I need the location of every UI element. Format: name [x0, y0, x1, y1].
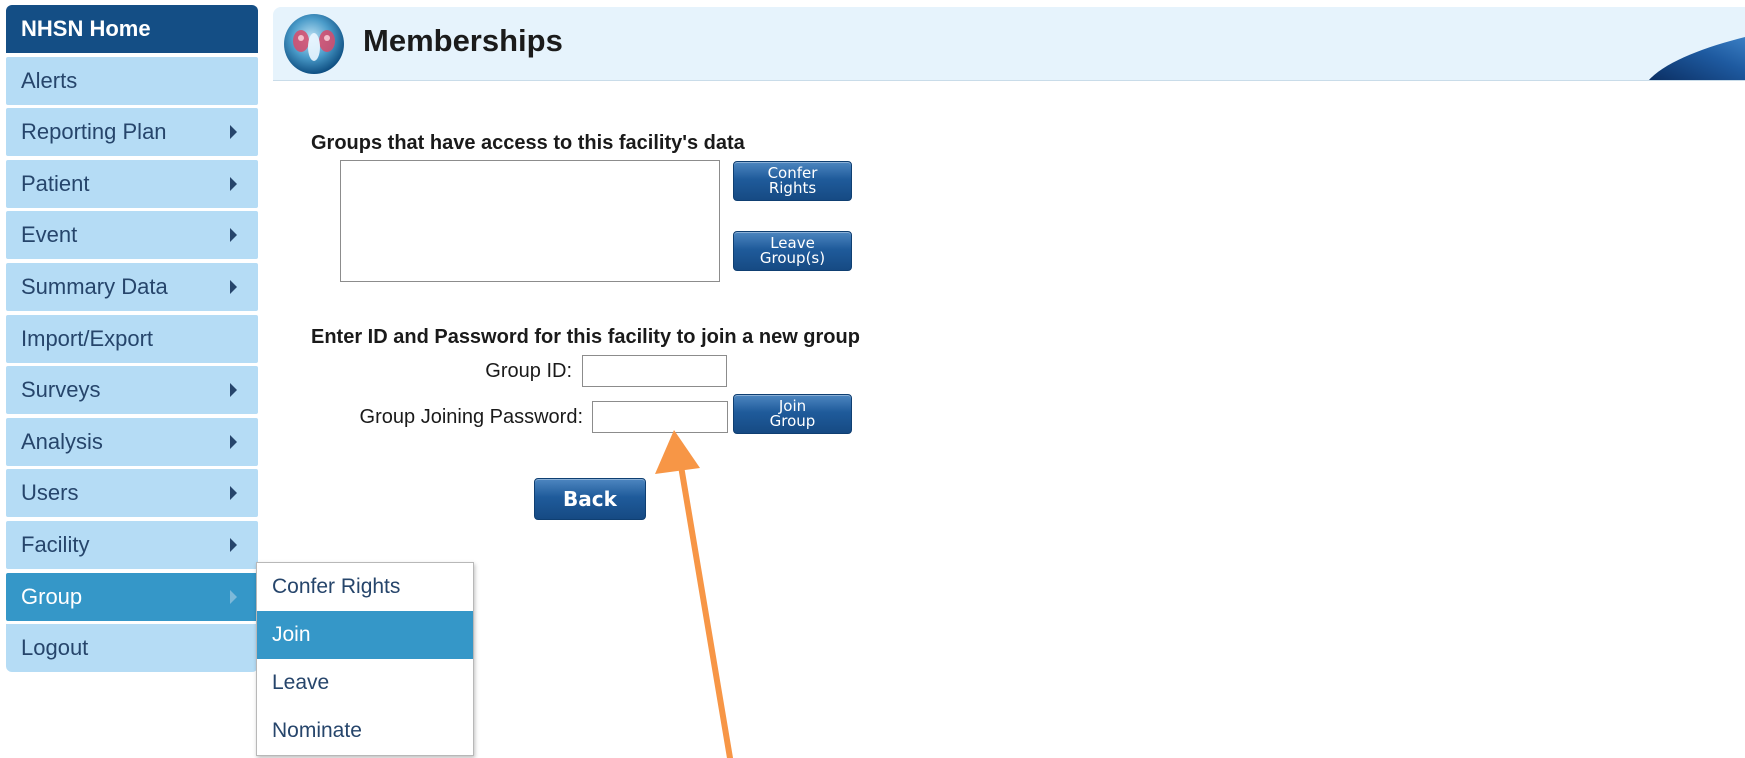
caret-right-icon [230, 125, 237, 140]
group-id-label: Group ID: [485, 360, 572, 382]
nhsn-logo-icon [284, 14, 344, 74]
leave-groups-button[interactable]: Leave Group(s) [733, 231, 852, 271]
caret-right-icon [230, 279, 237, 294]
sidebar-item-label: Facility [21, 531, 90, 557]
sidebar-item-import-export[interactable]: Import/Export [6, 314, 258, 363]
submenu-item-leave[interactable]: Leave [257, 659, 473, 707]
sidebar-item-label: Group [21, 583, 83, 609]
sidebar-item-patient[interactable]: Patient [6, 159, 258, 208]
leave-groups-button-label: Leave Group(s) [759, 234, 826, 267]
sidebar-item-label: Reporting Plan [21, 119, 167, 145]
page-header: Memberships [273, 7, 1745, 81]
sidebar-item-reporting-plan[interactable]: Reporting Plan [6, 108, 258, 157]
caret-right-icon [230, 176, 237, 191]
submenu-item-join[interactable]: Join [257, 611, 473, 659]
join-section-label: Enter ID and Password for this facility … [311, 326, 860, 348]
sidebar-item-group[interactable]: Group [6, 572, 258, 621]
join-group-button[interactable]: Join Group [733, 394, 852, 434]
caret-right-icon [230, 383, 237, 398]
sidebar-item-label: Analysis [21, 428, 103, 454]
sidebar-item-alerts[interactable]: Alerts [6, 56, 258, 105]
group-joining-password-label: Group Joining Password: [359, 406, 583, 428]
join-group-button-label: Join Group [769, 397, 816, 430]
sidebar-nav: NHSN Home Alerts Reporting Plan Patient … [6, 5, 258, 676]
caret-right-icon [230, 228, 237, 243]
sidebar-item-users[interactable]: Users [6, 469, 258, 518]
sidebar-item-label: Event [21, 222, 78, 248]
submenu-item-label: Join [272, 623, 311, 646]
sidebar-item-label: Import/Export [21, 325, 154, 351]
sidebar-item-label: Surveys [21, 377, 101, 403]
group-id-input[interactable] [582, 355, 727, 387]
caret-right-icon [230, 434, 237, 449]
caret-right-icon [230, 537, 237, 552]
caret-right-icon [230, 589, 237, 604]
group-submenu: Confer Rights Join Leave Nominate [256, 562, 474, 756]
submenu-item-confer-rights[interactable]: Confer Rights [257, 563, 473, 611]
group-joining-password-input[interactable] [592, 401, 728, 433]
groups-section-label: Groups that have access to this facility… [311, 132, 745, 154]
submenu-item-label: Confer Rights [272, 575, 401, 598]
sidebar-item-label: Summary Data [21, 273, 168, 299]
submenu-item-nominate[interactable]: Nominate [257, 707, 473, 755]
back-button-label: Back [563, 486, 617, 511]
sidebar-item-logout[interactable]: Logout [6, 624, 258, 673]
submenu-item-label: Nominate [272, 719, 362, 742]
sidebar-item-label: Patient [21, 170, 90, 196]
sidebar-item-label: NHSN Home [21, 16, 151, 41]
sidebar-item-surveys[interactable]: Surveys [6, 366, 258, 415]
page-title: Memberships [363, 23, 563, 58]
groups-listbox[interactable] [340, 160, 720, 282]
sidebar-item-label: Users [21, 480, 79, 506]
header-swoosh-decoration [1649, 37, 1745, 80]
confer-rights-button-label: Confer Rights [767, 164, 818, 197]
submenu-item-label: Leave [272, 671, 330, 694]
sidebar-item-summary-data[interactable]: Summary Data [6, 262, 258, 311]
sidebar-item-nhsn-home[interactable]: NHSN Home [6, 5, 258, 53]
sidebar-item-facility[interactable]: Facility [6, 520, 258, 569]
sidebar-item-label: Logout [21, 635, 89, 661]
sidebar-item-label: Alerts [21, 67, 78, 93]
annotation-arrow-icon [655, 430, 733, 758]
confer-rights-button[interactable]: Confer Rights [733, 161, 852, 201]
sidebar-item-analysis[interactable]: Analysis [6, 417, 258, 466]
back-button[interactable]: Back [534, 478, 646, 520]
caret-right-icon [230, 486, 237, 501]
sidebar-item-event[interactable]: Event [6, 211, 258, 260]
